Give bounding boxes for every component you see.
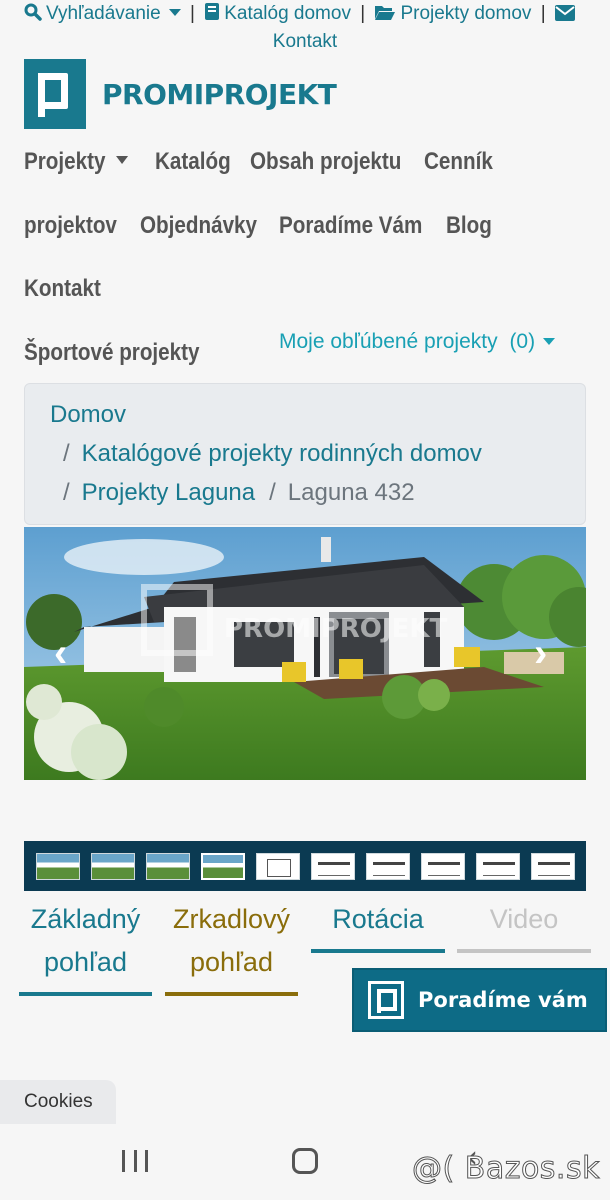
nav-label: Projekty: [24, 148, 106, 175]
house-image-carousel[interactable]: PROMIPROJEKT ‹ ›: [24, 527, 586, 780]
breadcrumb: Domov / Katalógové projekty rodinných dom…: [24, 383, 586, 525]
thumbnail-elevation[interactable]: [475, 852, 520, 880]
top-links-row: Vyhľadávanie | Katalóg domov | Projekty …: [18, 0, 592, 28]
home-icon[interactable]: [292, 1148, 318, 1174]
folder-open-icon: [375, 6, 396, 20]
envelope-icon[interactable]: [554, 5, 575, 21]
breadcrumb-series[interactable]: Projekty Laguna: [82, 479, 255, 506]
search-label: Vyhľadávanie: [46, 3, 161, 24]
site-logo[interactable]: PROMIPROJEKT: [24, 59, 337, 129]
thumbnail-elevation[interactable]: [365, 852, 410, 880]
catalog-link[interactable]: Katalóg domov: [204, 3, 356, 24]
carousel-prev-button[interactable]: ‹: [54, 631, 67, 676]
top-utility-bar: Vyhľadávanie | Katalóg domov | Projekty …: [0, 0, 610, 56]
nav-item-katalog[interactable]: Katalóg: [155, 148, 231, 176]
house-render-image: PROMIPROJEKT: [24, 527, 586, 780]
nav-item-blog[interactable]: Blog: [446, 212, 492, 240]
nav-item-objednavky[interactable]: Objednávky: [140, 212, 257, 240]
tab-label: pohľad: [190, 947, 273, 977]
bazos-watermark: @( Bazos.sk: [412, 1151, 600, 1187]
thumbnail-elevation[interactable]: [420, 852, 465, 880]
thumbnail-floor-plan[interactable]: [255, 852, 300, 880]
projects-link[interactable]: Projekty domov: [374, 3, 536, 24]
book-icon: [205, 3, 220, 20]
nav-item-obsah-projektu[interactable]: Obsah projektu: [250, 148, 401, 176]
tab-underline: [165, 992, 298, 996]
carousel-next-button[interactable]: ›: [534, 631, 547, 676]
image-watermark: PROMIPROJEKT: [224, 614, 447, 644]
logo-text: PROMIPROJEKT: [102, 77, 337, 111]
separator: |: [189, 3, 195, 24]
tab-label: pohľad: [44, 947, 127, 977]
thumbnail-photo[interactable]: [145, 852, 190, 880]
tab-label: Video: [489, 904, 559, 934]
tab-underline: [311, 949, 445, 953]
tab-video[interactable]: Video: [457, 898, 591, 953]
contact-link[interactable]: Kontakt: [18, 28, 592, 56]
nav-item-projekty[interactable]: Projekty: [24, 148, 128, 176]
tab-underline: [19, 992, 152, 996]
cookies-button[interactable]: Cookies: [0, 1080, 116, 1124]
nav-item-sportove-projekty[interactable]: Športové projekty: [24, 339, 199, 367]
tab-label: Základný: [30, 904, 141, 934]
tab-label: Rotácia: [332, 904, 424, 934]
thumbnail-photo[interactable]: [35, 852, 80, 880]
thumbnail-strip: [24, 841, 586, 891]
favorites-label: Moje obľúbené projekty: [279, 330, 498, 353]
tab-label: Zrkadlový: [172, 904, 291, 934]
nav-item-cennik-continued[interactable]: projektov: [24, 212, 117, 240]
nav-item-poradime-vam[interactable]: Poradíme Vám: [279, 212, 422, 240]
thumbnail-photo-selected[interactable]: [200, 852, 245, 880]
nav-item-kontakt[interactable]: Kontakt: [24, 275, 101, 303]
tab-underline: [457, 949, 591, 953]
thumbnail-elevation[interactable]: [530, 852, 575, 880]
projects-label: Projekty domov: [400, 3, 532, 24]
catalog-label: Katalóg domov: [224, 3, 351, 24]
separator: |: [360, 3, 366, 24]
logo-mark-icon: [368, 981, 404, 1019]
advise-label: Poradíme vám: [418, 988, 588, 1012]
logo-mark-icon: [24, 59, 86, 129]
breadcrumb-current: Laguna 432: [287, 479, 415, 506]
recent-apps-icon[interactable]: [122, 1150, 148, 1172]
favorites-dropdown[interactable]: Moje obľúbené projekty (0): [279, 330, 556, 354]
breadcrumb-separator: /: [63, 479, 70, 506]
breadcrumb-separator: /: [269, 479, 276, 506]
search-icon: [24, 3, 42, 21]
thumbnail-photo[interactable]: [90, 852, 135, 880]
chevron-down-icon: [543, 338, 556, 345]
breadcrumb-separator: /: [63, 440, 70, 467]
nav-item-cennik[interactable]: Cenník: [424, 148, 493, 176]
tab-zakladny-pohlad[interactable]: Základný pohľad: [19, 898, 152, 996]
thumbnail-section[interactable]: [310, 852, 355, 880]
tab-rotacia[interactable]: Rotácia: [311, 898, 445, 953]
breadcrumb-catalog[interactable]: Katalógové projekty rodinných domov: [82, 440, 482, 467]
separator: |: [540, 3, 546, 24]
chevron-down-icon: [115, 156, 128, 164]
favorites-count: (0): [509, 330, 536, 353]
breadcrumb-home[interactable]: Domov: [50, 401, 126, 428]
chevron-down-icon: [168, 9, 181, 16]
poradime-vam-button[interactable]: Poradíme vám: [352, 968, 607, 1032]
search-dropdown[interactable]: Vyhľadávanie: [24, 3, 186, 24]
tab-zrkadlovy-pohlad[interactable]: Zrkadlový pohľad: [165, 898, 298, 996]
